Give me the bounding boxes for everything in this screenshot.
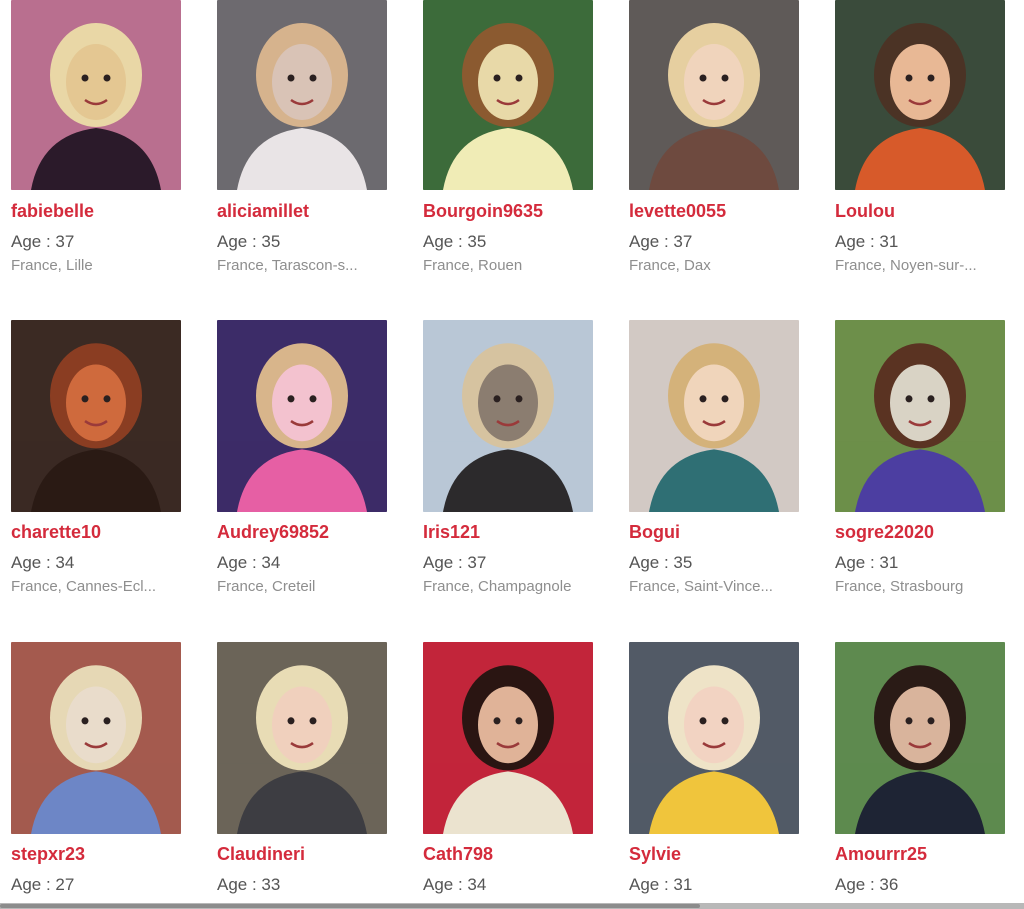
profile-photo[interactable] bbox=[217, 642, 387, 834]
profile-photo[interactable] bbox=[629, 642, 799, 834]
profile-card[interactable]: Bogui Age : 35 France, Saint-Vince... bbox=[629, 320, 801, 595]
profile-location: France, Cannes-Ecl... bbox=[11, 578, 157, 595]
profile-card[interactable]: fabiebelle Age : 37 France, Lille bbox=[11, 0, 183, 274]
profile-photo[interactable] bbox=[11, 642, 181, 834]
profile-username[interactable]: Loulou bbox=[835, 201, 895, 222]
profile-age: Age : 34 bbox=[11, 553, 75, 572]
profile-location: France, Strasbourg bbox=[835, 578, 964, 595]
horizontal-scrollbar[interactable] bbox=[0, 903, 1024, 909]
profile-age: Age : 33 bbox=[217, 875, 281, 894]
profile-username[interactable]: stepxr23 bbox=[11, 844, 85, 865]
profile-location: France, Lille bbox=[11, 257, 93, 274]
profile-photo[interactable] bbox=[629, 0, 799, 190]
profile-username[interactable]: Audrey69852 bbox=[217, 522, 329, 543]
profile-location: France, Tarascon-s... bbox=[217, 257, 358, 274]
profile-photo[interactable] bbox=[629, 320, 799, 512]
profile-card[interactable]: aliciamillet Age : 35 France, Tarascon-s..… bbox=[217, 0, 389, 274]
profile-card[interactable]: stepxr23 Age : 27 bbox=[11, 642, 183, 902]
profile-photo[interactable] bbox=[11, 0, 181, 190]
profile-photo[interactable] bbox=[217, 0, 387, 190]
profile-photo[interactable] bbox=[423, 642, 593, 834]
profile-card[interactable]: Amourrr25 Age : 36 bbox=[835, 642, 1007, 902]
profile-card[interactable]: Loulou Age : 31 France, Noyen-sur-... bbox=[835, 0, 1007, 274]
profile-card[interactable]: levette0055 Age : 37 France, Dax bbox=[629, 0, 801, 274]
profile-photo[interactable] bbox=[835, 320, 1005, 512]
profile-age: Age : 31 bbox=[835, 553, 899, 572]
profile-photo[interactable] bbox=[835, 0, 1005, 190]
profile-username[interactable]: Claudineri bbox=[217, 844, 305, 865]
profile-age: Age : 37 bbox=[629, 232, 693, 251]
profile-location: France, Champagnole bbox=[423, 578, 572, 595]
profile-photo[interactable] bbox=[835, 642, 1005, 834]
profile-card[interactable]: Audrey69852 Age : 34 France, Creteil bbox=[217, 320, 389, 595]
profile-username[interactable]: Iris121 bbox=[423, 522, 480, 543]
scrollbar-thumb[interactable] bbox=[0, 904, 700, 908]
profile-age: Age : 27 bbox=[11, 875, 75, 894]
profile-username[interactable]: Bourgoin9635 bbox=[423, 201, 543, 222]
profile-username[interactable]: charette10 bbox=[11, 522, 101, 543]
profile-card[interactable]: sogre22020 Age : 31 France, Strasbourg bbox=[835, 320, 1007, 595]
profile-username[interactable]: levette0055 bbox=[629, 201, 726, 222]
profile-card[interactable]: Claudineri Age : 33 bbox=[217, 642, 389, 902]
profile-age: Age : 31 bbox=[835, 232, 899, 251]
profile-location: France, Noyen-sur-... bbox=[835, 257, 977, 274]
profile-card[interactable]: Iris121 Age : 37 France, Champagnole bbox=[423, 320, 595, 595]
profile-username[interactable]: Amourrr25 bbox=[835, 844, 927, 865]
profile-age: Age : 34 bbox=[217, 553, 281, 572]
profile-age: Age : 35 bbox=[423, 232, 487, 251]
profile-username[interactable]: Sylvie bbox=[629, 844, 681, 865]
profile-username[interactable]: fabiebelle bbox=[11, 201, 94, 222]
profile-location: France, Dax bbox=[629, 257, 711, 274]
profile-location: France, Saint-Vince... bbox=[629, 578, 773, 595]
profile-card[interactable]: Bourgoin9635 Age : 35 France, Rouen bbox=[423, 0, 595, 274]
profile-photo[interactable] bbox=[11, 320, 181, 512]
profile-photo[interactable] bbox=[423, 320, 593, 512]
profile-age: Age : 37 bbox=[423, 553, 487, 572]
profile-photo[interactable] bbox=[217, 320, 387, 512]
profile-age: Age : 34 bbox=[423, 875, 487, 894]
profile-age: Age : 36 bbox=[835, 875, 899, 894]
profile-username[interactable]: sogre22020 bbox=[835, 522, 934, 543]
profile-location: France, Creteil bbox=[217, 578, 316, 595]
profile-photo[interactable] bbox=[423, 0, 593, 190]
profile-username[interactable]: aliciamillet bbox=[217, 201, 309, 222]
profile-age: Age : 35 bbox=[217, 232, 281, 251]
profile-username[interactable]: Cath798 bbox=[423, 844, 493, 865]
profile-grid: fabiebelle Age : 37 France, Lille aliciamil… bbox=[0, 0, 1024, 909]
profile-age: Age : 31 bbox=[629, 875, 693, 894]
profile-username[interactable]: Bogui bbox=[629, 522, 680, 543]
profile-card[interactable]: Cath798 Age : 34 bbox=[423, 642, 595, 902]
profile-card[interactable]: charette10 Age : 34 France, Cannes-Ecl... bbox=[11, 320, 183, 595]
profile-location: France, Rouen bbox=[423, 257, 523, 274]
profile-card[interactable]: Sylvie Age : 31 bbox=[629, 642, 801, 902]
profile-age: Age : 35 bbox=[629, 553, 693, 572]
profile-age: Age : 37 bbox=[11, 232, 75, 251]
